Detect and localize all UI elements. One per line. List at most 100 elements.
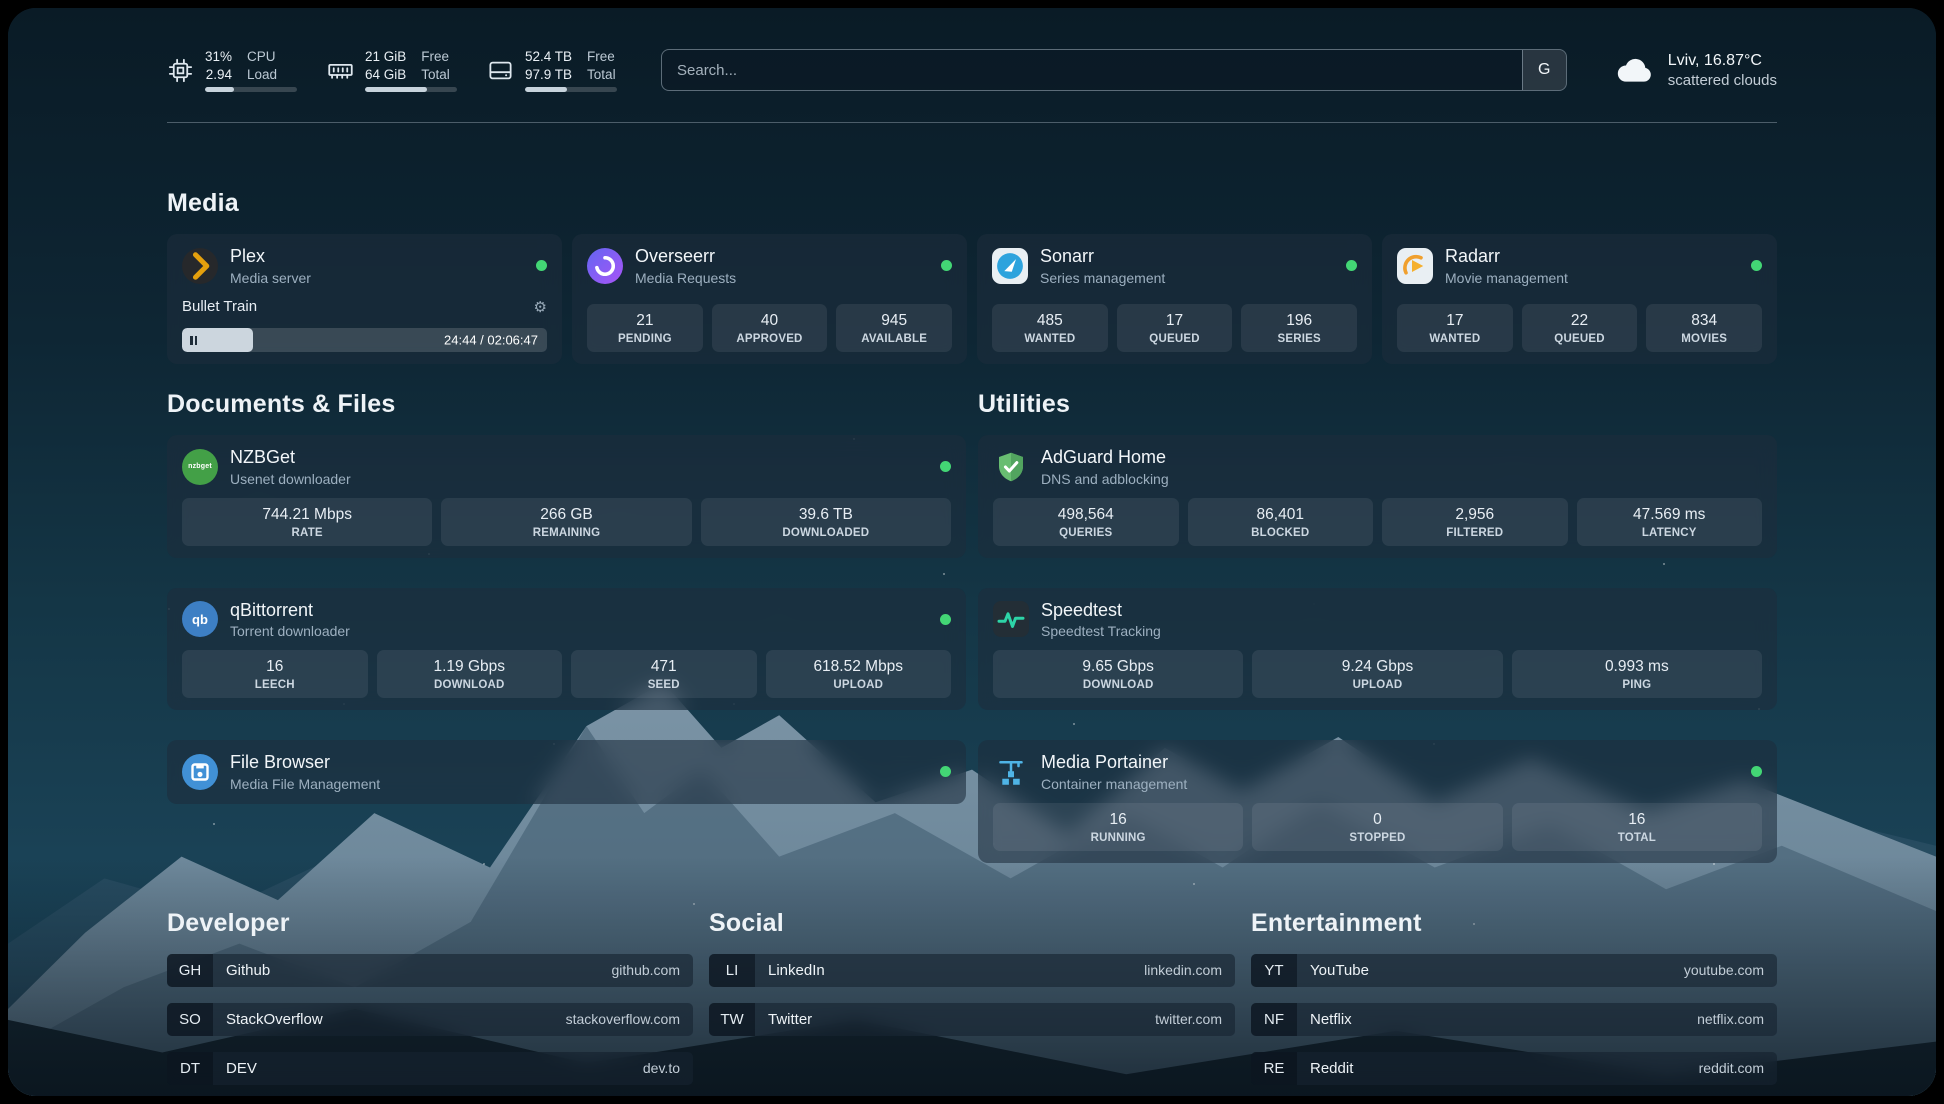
search-input[interactable] <box>662 50 1522 90</box>
service-name: Sonarr <box>1040 246 1165 268</box>
bookmark-dev[interactable]: DT DEV dev.to <box>167 1052 693 1085</box>
bookmark-name: Github <box>213 962 270 979</box>
status-dot <box>1346 260 1357 271</box>
now-playing-title: Bullet Train <box>182 298 257 315</box>
bookmark-linkedin[interactable]: LI LinkedIn linkedin.com <box>709 954 1235 987</box>
service-card-filebrowser[interactable]: File Browser Media File Management <box>167 740 966 804</box>
memory-icon <box>327 57 354 84</box>
stat-running: 16RUNNING <box>993 803 1243 851</box>
stat-queries: 498,564QUERIES <box>993 498 1179 546</box>
stat-download: 9.65 GbpsDOWNLOAD <box>993 650 1243 698</box>
bookmark-stackoverflow[interactable]: SO StackOverflow stackoverflow.com <box>167 1003 693 1036</box>
cpu-icon <box>167 57 194 84</box>
weather-location-temp: Lviv, 16.87°C <box>1668 52 1777 70</box>
stat-approved: 40APPROVED <box>712 304 828 352</box>
stat-download: 1.19 GbpsDOWNLOAD <box>377 650 563 698</box>
service-name: Speedtest <box>1041 600 1161 622</box>
header-divider <box>167 122 1777 123</box>
service-subtitle: Media server <box>230 270 311 286</box>
weather-widget: Lviv, 16.87°C scattered clouds <box>1615 50 1777 90</box>
search-provider-button[interactable]: G <box>1522 50 1566 90</box>
bookmark-twitter[interactable]: TW Twitter twitter.com <box>709 1003 1235 1036</box>
pause-icon <box>182 336 197 345</box>
bookmark-github[interactable]: GH Github github.com <box>167 954 693 987</box>
bookmark-name: StackOverflow <box>213 1011 323 1028</box>
service-card-adguard[interactable]: AdGuard Home DNS and adblocking 498,564Q… <box>978 435 1777 558</box>
stat-ping: 0.993 msPING <box>1512 650 1762 698</box>
cpu-label: CPU <box>247 48 277 66</box>
bookmark-name: DEV <box>213 1060 257 1077</box>
disk-total-label: Total <box>587 66 616 84</box>
stat-upload: 618.52 MbpsUPLOAD <box>766 650 952 698</box>
service-card-nzbget[interactable]: nzbget NZBGet Usenet downloader 744.21 M… <box>167 435 966 558</box>
cpu-load-label: Load <box>247 66 277 84</box>
stat-queued: 17QUEUED <box>1117 304 1233 352</box>
playback-time: 24:44 / 02:06:47 <box>444 333 538 348</box>
bookmark-url: dev.to <box>643 1060 693 1076</box>
cpu-load-value: 2.94 <box>206 66 232 84</box>
stat-upload: 9.24 GbpsUPLOAD <box>1252 650 1502 698</box>
bookmark-reddit[interactable]: RE Reddit reddit.com <box>1251 1052 1777 1085</box>
status-dot <box>1751 766 1762 777</box>
disk-progress-bar <box>525 87 617 92</box>
memory-progress-bar <box>365 87 457 92</box>
service-card-portainer[interactable]: Media Portainer Container management 16R… <box>978 740 1777 863</box>
bookmark-group-entertainment: Entertainment YT YouTube youtube.com NF … <box>1251 909 1777 1096</box>
bookmark-youtube[interactable]: YT YouTube youtube.com <box>1251 954 1777 987</box>
service-card-radarr[interactable]: Radarr Movie management 17WANTED 22QUEUE… <box>1382 234 1777 364</box>
radarr-icon <box>1397 248 1433 284</box>
bookmark-name: Reddit <box>1297 1060 1353 1077</box>
service-card-speedtest[interactable]: Speedtest Speedtest Tracking 9.65 GbpsDO… <box>978 588 1777 711</box>
bookmark-url: reddit.com <box>1699 1060 1777 1076</box>
bookmark-group-social: Social LI LinkedIn linkedin.com TW Twitt… <box>709 909 1235 1052</box>
sonarr-icon <box>992 248 1028 284</box>
bookmark-name: LinkedIn <box>755 962 825 979</box>
bookmark-url: linkedin.com <box>1144 962 1235 978</box>
service-subtitle: Container management <box>1041 776 1187 792</box>
section-title-utilities: Utilities <box>978 390 1777 419</box>
service-card-plex[interactable]: Plex Media server Bullet Train ⚙ 24:44 /… <box>167 234 562 364</box>
stat-remaining: 266 GBREMAINING <box>441 498 691 546</box>
disk-free-value: 52.4 TB <box>525 48 572 66</box>
stat-queued: 22QUEUED <box>1522 304 1638 352</box>
adguard-icon <box>993 449 1029 485</box>
service-name: Overseerr <box>635 246 736 268</box>
qbittorrent-icon: qb <box>182 601 218 637</box>
memory-free-value: 21 GiB <box>365 48 406 66</box>
service-card-overseerr[interactable]: Overseerr Media Requests 21PENDING 40APP… <box>572 234 967 364</box>
bookmark-abbr: NF <box>1251 1003 1297 1036</box>
status-dot <box>941 260 952 271</box>
section-title-media: Media <box>167 189 1777 218</box>
bookmark-netflix[interactable]: NF Netflix netflix.com <box>1251 1003 1777 1036</box>
bookmark-abbr: LI <box>709 954 755 987</box>
stat-wanted: 485WANTED <box>992 304 1108 352</box>
service-card-qbittorrent[interactable]: qb qBittorrent Torrent downloader 16LEEC… <box>167 588 966 711</box>
stat-stopped: 0STOPPED <box>1252 803 1502 851</box>
playback-progress-bar: 24:44 / 02:06:47 <box>182 328 547 352</box>
status-dot <box>1751 260 1762 271</box>
gear-icon[interactable]: ⚙ <box>534 298 547 316</box>
stat-seed: 471SEED <box>571 650 757 698</box>
service-subtitle: Speedtest Tracking <box>1041 623 1161 639</box>
stat-latency: 47.569 msLATENCY <box>1577 498 1763 546</box>
service-subtitle: DNS and adblocking <box>1041 471 1169 487</box>
stat-available: 945AVAILABLE <box>836 304 952 352</box>
cpu-progress-bar <box>205 87 297 92</box>
bookmark-url: stackoverflow.com <box>566 1011 693 1027</box>
resource-widgets: 31% 2.94 CPU Load <box>167 48 617 92</box>
service-name: qBittorrent <box>230 600 350 622</box>
cloud-icon <box>1615 50 1655 90</box>
service-subtitle: Media Requests <box>635 270 736 286</box>
stat-pending: 21PENDING <box>587 304 703 352</box>
service-name: NZBGet <box>230 447 351 469</box>
bookmark-abbr: TW <box>709 1003 755 1036</box>
stat-filtered: 2,956FILTERED <box>1382 498 1568 546</box>
stat-series: 196SERIES <box>1241 304 1357 352</box>
stat-wanted: 17WANTED <box>1397 304 1513 352</box>
bookmark-abbr: RE <box>1251 1052 1297 1085</box>
service-card-sonarr[interactable]: Sonarr Series management 485WANTED 17QUE… <box>977 234 1372 364</box>
bookmark-abbr: GH <box>167 954 213 987</box>
bookmark-abbr: SO <box>167 1003 213 1036</box>
stat-total: 16TOTAL <box>1512 803 1762 851</box>
cpu-percent: 31% <box>205 48 232 66</box>
